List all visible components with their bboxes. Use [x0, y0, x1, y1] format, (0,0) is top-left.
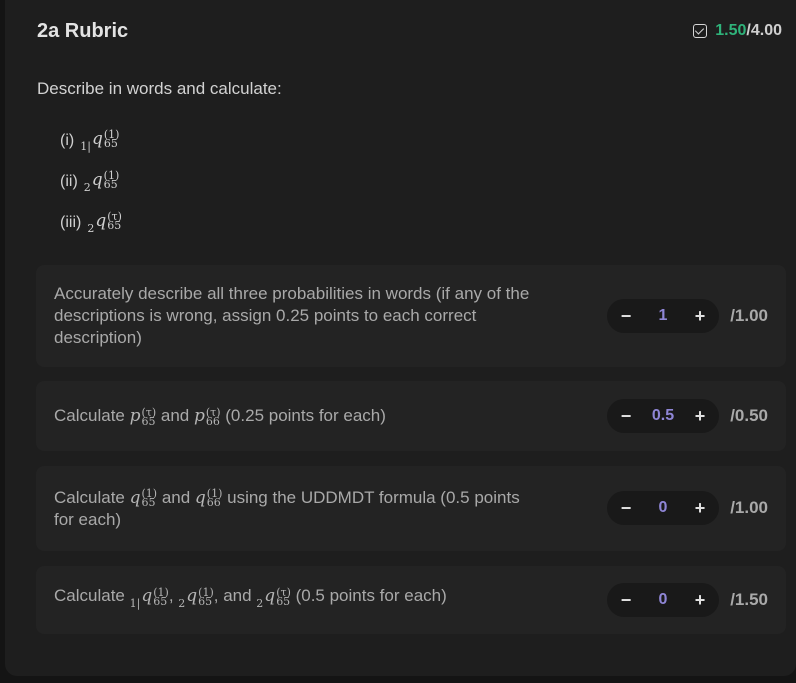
math-prefix: 2: [178, 597, 186, 610]
points-stepper: − 0 +: [607, 583, 719, 617]
points-value[interactable]: 0.5: [652, 407, 674, 425]
sub-question-list: (i) 1|q (1) 65 (ii) 2q (1) 65 (iii) 2q (τ) 65: [60, 120, 122, 243]
math-subscript: 65: [141, 414, 156, 428]
math-variable: q: [264, 586, 276, 606]
rubric-criterion: Accurately describe all three probabilit…: [36, 265, 786, 367]
criterion-text: ,: [168, 586, 179, 605]
math-prefix: 2: [256, 597, 264, 610]
rubric-title: 2a Rubric: [37, 20, 129, 42]
points-value[interactable]: 0: [659, 591, 668, 609]
decrement-button[interactable]: −: [619, 590, 633, 611]
sub-question-number: (ii): [60, 172, 78, 190]
criterion-text: and: [157, 487, 195, 507]
math-variable: q: [91, 128, 103, 149]
decrement-button[interactable]: −: [619, 406, 633, 427]
points-stepper: − 0.5 +: [607, 399, 719, 433]
criterion-text: (0.25 points for each): [220, 406, 386, 425]
criterion-description: Calculate p (τ) 65 and p (τ) 66 (0.25 points…: [54, 381, 544, 451]
math-variable: p: [129, 406, 141, 426]
sub-question-item: (ii) 2q (1) 65: [60, 161, 122, 202]
criterion-text: Calculate: [54, 586, 130, 605]
math-variable: q: [141, 586, 153, 606]
math-variable: q: [91, 169, 103, 190]
math-subscript: 66: [206, 496, 221, 509]
rubric-criterion: Calculate p (τ) 65 and p (τ) 66 (0.25 points…: [36, 381, 786, 451]
math-subscript: 65: [153, 594, 168, 608]
sub-question-number: (i): [60, 131, 75, 149]
criterion-text: Calculate: [54, 406, 130, 425]
points-stepper: − 0 +: [607, 491, 719, 525]
math-subscript: 65: [276, 594, 291, 608]
score-earned: 1.50: [715, 22, 747, 39]
max-points: /1.50: [730, 590, 768, 609]
math-prefix: 1|: [80, 139, 91, 153]
math-subscript: 65: [107, 219, 122, 232]
criterion-text: , and: [213, 586, 257, 605]
math-subscript: 65: [103, 137, 118, 150]
decrement-button[interactable]: −: [619, 498, 633, 519]
criterion-description: Calculate q (1) 65 and q (1) 66 using the UD…: [54, 466, 544, 551]
rubric-criterion: Calculate 1|q (1) 65, 2q (1) 65, and 2q (τ) 65…: [36, 566, 786, 634]
points-value[interactable]: 1: [659, 307, 668, 325]
max-points: /0.50: [730, 406, 768, 425]
sub-question-number: (iii): [60, 213, 82, 231]
math-variable: q: [95, 210, 107, 231]
criterion-text: and: [156, 406, 194, 425]
math-variable: p: [193, 406, 205, 426]
rubric-header: 2a Rubric 1.50/4.00: [37, 20, 782, 46]
math-subscript: 66: [205, 414, 220, 428]
question-prompt: Describe in words and calculate:: [37, 79, 282, 98]
math-subscript: 65: [103, 178, 118, 191]
math-prefix: 1|: [129, 597, 141, 610]
increment-button[interactable]: +: [693, 590, 707, 611]
math-prefix: 2: [83, 180, 91, 194]
sub-question-item: (iii) 2q (τ) 65: [60, 202, 122, 243]
score-summary: 1.50/4.00: [693, 22, 782, 40]
math-prefix: 2: [87, 221, 95, 235]
increment-button[interactable]: +: [693, 498, 707, 519]
criterion-text: (0.5 points for each): [290, 586, 447, 605]
criterion-description: Calculate 1|q (1) 65, 2q (1) 65, and 2q (τ) 65…: [54, 566, 544, 634]
rubric-criterion: Calculate q (1) 65 and q (1) 66 using the UD…: [36, 466, 786, 551]
points-stepper: − 1 +: [607, 299, 719, 333]
score-total: /4.00: [746, 22, 782, 39]
increment-button[interactable]: +: [693, 306, 707, 327]
increment-button[interactable]: +: [693, 406, 707, 427]
rubric-panel: 2a Rubric 1.50/4.00 Describe in words an…: [5, 0, 796, 676]
math-variable: q: [129, 487, 141, 508]
math-variable: q: [194, 487, 206, 508]
criterion-text: Calculate: [54, 487, 130, 507]
max-points: /1.00: [730, 306, 768, 325]
checkbox-check-icon[interactable]: [693, 24, 708, 38]
math-variable: q: [186, 586, 198, 606]
sub-question-item: (i) 1|q (1) 65: [60, 120, 122, 161]
max-points: /1.00: [730, 498, 768, 517]
math-subscript: 65: [198, 594, 213, 608]
math-subscript: 65: [141, 496, 156, 509]
points-value[interactable]: 0: [659, 499, 668, 517]
decrement-button[interactable]: −: [619, 306, 633, 327]
criterion-description: Accurately describe all three probabilit…: [54, 284, 530, 347]
